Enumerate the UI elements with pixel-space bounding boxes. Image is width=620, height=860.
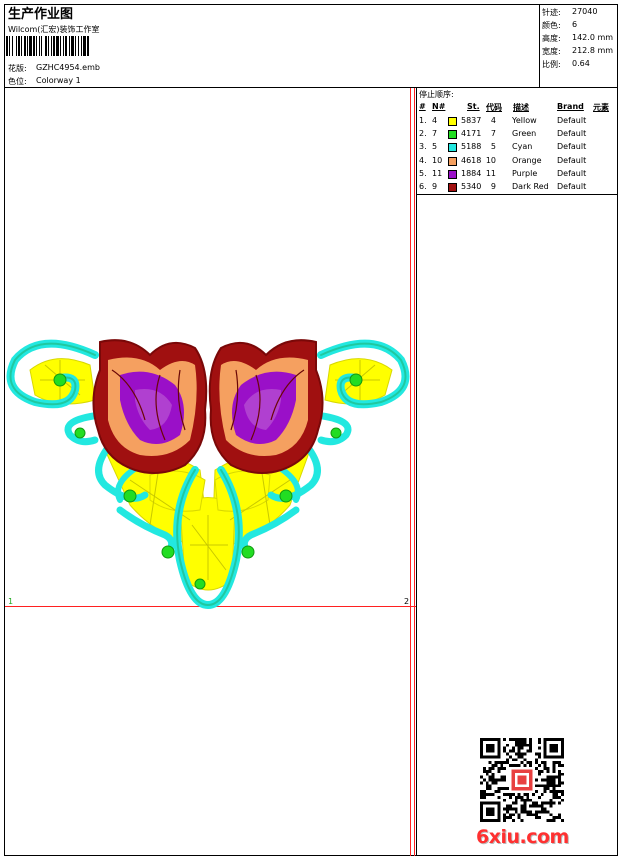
qr-code	[480, 738, 564, 822]
colorway-value: Colorway 1	[36, 76, 81, 85]
seq-cell-num: 6.	[419, 182, 427, 191]
seq-cell-brand: Default	[557, 116, 587, 125]
seq-cell-st: 5837	[461, 116, 482, 125]
color-swatch	[448, 169, 457, 179]
seq-cell-code: 7	[490, 129, 496, 139]
spec-scale-label: 比例:	[542, 60, 561, 69]
col-header-code: 代码	[486, 103, 502, 112]
col-header-stitches: St.	[467, 102, 480, 111]
seq-cell-brand: Default	[557, 129, 587, 139]
seq-cell-brand: Default	[557, 168, 587, 178]
spec-scale-value: 0.64	[572, 59, 590, 68]
barcode	[6, 36, 89, 56]
panel-divider	[416, 87, 417, 856]
seq-cell-num: 5.	[419, 168, 427, 178]
seq-cell-num: 2.	[419, 129, 427, 139]
sheet-title: 生产作业图	[8, 7, 74, 22]
seq-cell-n: 5	[432, 142, 438, 152]
col-header-n: N#	[432, 102, 446, 111]
table-bottom-divider	[416, 194, 618, 195]
seq-cell-code: 4	[490, 116, 496, 125]
seq-cell-desc: Yellow	[512, 116, 537, 125]
seq-cell-code: 9	[490, 182, 496, 191]
seq-cell-desc: Dark Red	[512, 182, 549, 191]
color-swatch	[448, 183, 457, 192]
seq-cell-num: 3.	[419, 142, 427, 152]
seq-cell-brand: Default	[557, 142, 587, 152]
seq-cell-n: 7	[432, 129, 438, 139]
colorway-label: 色位:	[8, 77, 27, 86]
col-header-description: 描述	[513, 103, 529, 112]
seq-cell-n: 9	[432, 182, 438, 191]
seq-cell-brand: Default	[557, 182, 587, 191]
spec-width-value: 212.8 mm	[572, 46, 614, 55]
seq-cell-n: 11	[432, 168, 443, 178]
seq-cell-brand: Default	[557, 155, 587, 165]
design-label: 花版:	[8, 64, 27, 73]
color-swatch	[448, 156, 457, 166]
left-rose	[92, 339, 208, 475]
spec-width-label: 宽度:	[542, 47, 561, 56]
col-header-element: 元素	[593, 103, 609, 112]
col-header-num: #	[419, 102, 426, 111]
seq-cell-num: 4.	[419, 155, 427, 165]
color-swatch	[448, 143, 457, 153]
color-swatch	[448, 117, 457, 126]
specs-divider	[539, 4, 540, 87]
seq-cell-code: 5	[490, 142, 496, 152]
seq-cell-code: 10	[485, 155, 496, 165]
seq-cell-n: 4	[432, 116, 438, 125]
right-rose	[208, 339, 324, 475]
spec-stitches-value: 27040	[572, 7, 598, 16]
spec-height-label: 高度:	[542, 34, 561, 43]
seq-cell-n: 10	[432, 155, 443, 165]
spec-colors-value: 6	[572, 20, 578, 29]
seq-cell-desc: Orange	[512, 155, 542, 165]
spec-height-value: 142.0 mm	[572, 33, 614, 42]
col-header-brand: Brand	[557, 102, 584, 111]
seq-cell-st: 5188	[461, 142, 482, 152]
seq-cell-code: 11	[485, 168, 496, 178]
seq-cell-st: 4171	[461, 129, 482, 139]
stop-sequence-title: 停止顺序:	[419, 90, 454, 99]
color-swatch	[448, 130, 457, 140]
header-divider	[4, 87, 618, 88]
seq-cell-st: 1884	[461, 168, 482, 178]
spec-colors-label: 颜色:	[542, 21, 561, 30]
seq-cell-st: 5340	[461, 182, 482, 191]
spec-stitches-label: 针迹:	[542, 8, 561, 17]
seq-cell-desc: Green	[512, 129, 537, 139]
seq-cell-num: 1.	[419, 116, 427, 125]
seq-cell-desc: Purple	[512, 168, 538, 178]
seq-cell-st: 4618	[461, 155, 482, 165]
embroidery-design	[6, 339, 410, 610]
site-logo[interactable]: 6xiu.com	[476, 826, 569, 848]
seq-cell-desc: Cyan	[512, 142, 533, 152]
studio-name: Wilcom(汇宏)装饰工作室	[8, 25, 100, 34]
design-value: GZHC4954.emb	[36, 63, 100, 72]
